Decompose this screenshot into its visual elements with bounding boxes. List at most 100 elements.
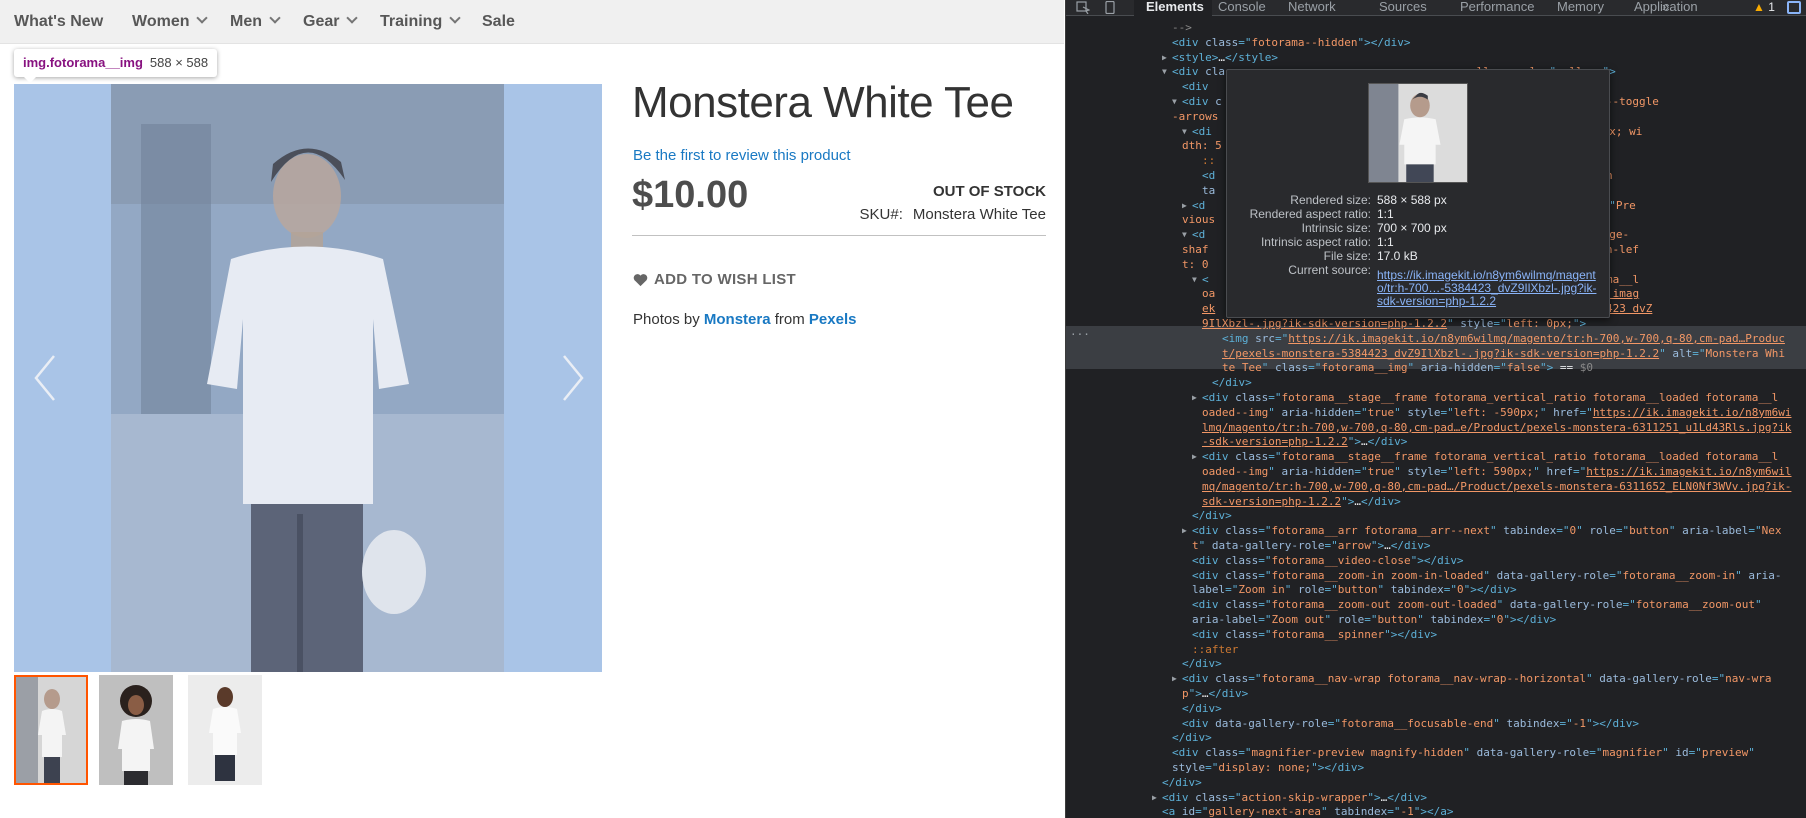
- dom-token[interactable]: t/pexels-monstera-5384423_dvZ9IlXbzl-.jp…: [1222, 347, 1659, 360]
- dom-node-line[interactable]: ▶ <div class="action-skip-wrapper">…</div…: [1152, 791, 1427, 806]
- more-tabs-button[interactable]: »: [1662, 0, 1669, 14]
- dom-token[interactable]: lmq/magento/tr:h-700,w-700,q-80,cm-pad…e…: [1202, 421, 1791, 434]
- nav-item[interactable]: Women: [132, 12, 209, 31]
- dom-node-line[interactable]: mq/magento/tr:h-700,w-700,q-80,cm-pad…/P…: [1202, 480, 1791, 495]
- dom-token: <div: [1202, 391, 1236, 404]
- inspect-cursor-icon[interactable]: [1076, 1, 1090, 14]
- dom-node-line[interactable]: <div class="fotorama__zoom-in zoom-in-lo…: [1192, 569, 1781, 584]
- dom-node-line[interactable]: dth: 5: [1182, 139, 1222, 154]
- dom-node-line[interactable]: <div class="fotorama--hidden"></div>: [1172, 36, 1410, 51]
- dom-node-line[interactable]: <div class="fotorama__spinner"></div>: [1192, 628, 1437, 643]
- gallery-prev-arrow[interactable]: [22, 352, 74, 404]
- dom-node-line[interactable]: </div>: [1162, 776, 1202, 791]
- dom-token[interactable]: https://ik.imagekit.io/n8ym6wilmq/magent…: [1288, 332, 1785, 345]
- dom-node-line[interactable]: aria-label="Zoom out" role="button" tabi…: [1192, 613, 1556, 628]
- expand-toggle-icon[interactable]: ▼: [1182, 228, 1187, 243]
- dom-node-line[interactable]: oaded--img" aria-hidden="true" style="le…: [1202, 406, 1792, 421]
- gallery-next-arrow[interactable]: [544, 352, 596, 404]
- dom-token: ": [1493, 716, 1507, 730]
- nav-item[interactable]: Gear: [303, 12, 359, 31]
- image-info-key: File size:: [1323, 249, 1371, 263]
- warning-counter[interactable]: ▲ 1: [1753, 0, 1775, 14]
- dom-node-line[interactable]: 9IlXbzl-.jpg?ik-sdk-version=php-1.2.2" s…: [1202, 317, 1586, 332]
- devtools-tab[interactable]: Elements: [1146, 0, 1204, 14]
- expand-toggle-icon[interactable]: ▶: [1162, 51, 1167, 66]
- dom-node-line[interactable]: -->: [1172, 21, 1192, 36]
- dom-node-line[interactable]: -arrows: [1172, 110, 1218, 125]
- dom-node-line[interactable]: ▶ <div class="fotorama__arr fotorama__arr…: [1182, 524, 1782, 539]
- dom-node-line[interactable]: <div data-gallery-role="fotorama__focusa…: [1182, 717, 1639, 732]
- dom-node-line[interactable]: vious: [1182, 213, 1215, 228]
- nav-item[interactable]: What's New: [14, 13, 103, 31]
- expand-toggle-icon[interactable]: ▶: [1192, 450, 1197, 465]
- dom-node-line[interactable]: sdk-version=php-1.2.2">…</div>: [1202, 495, 1401, 510]
- gallery-thumbnail[interactable]: [188, 675, 262, 785]
- dom-token: style: [1407, 405, 1441, 419]
- dom-node-line[interactable]: <div class="fotorama__video-close"></div…: [1192, 554, 1464, 569]
- add-to-wishlist-button[interactable]: ADD TO WISH LIST: [633, 271, 796, 288]
- settings-icon[interactable]: [1787, 1, 1801, 14]
- dom-token[interactable]: https://ik.imagekit.io/n8ym6wil: [1586, 465, 1791, 478]
- expand-toggle-icon[interactable]: ▼: [1172, 95, 1177, 110]
- dom-node-line[interactable]: ▶ <div class="fotorama__stage__frame foto…: [1192, 391, 1778, 406]
- devtools-tab[interactable]: Memory: [1557, 0, 1604, 14]
- product-gallery-stage[interactable]: [14, 84, 602, 672]
- gallery-thumbnail[interactable]: [14, 675, 88, 785]
- devtools-tab[interactable]: Performance: [1460, 0, 1534, 14]
- dom-token[interactable]: mq/magento/tr:h-700,w-700,q-80,cm-pad…/P…: [1202, 480, 1791, 493]
- dom-node-line[interactable]: p">…</div>: [1182, 687, 1248, 702]
- expand-toggle-icon[interactable]: ▶: [1172, 672, 1177, 687]
- dom-token[interactable]: sdk-version=php-1.2.2: [1202, 495, 1341, 508]
- dom-node-line[interactable]: <a id="gallery-next-area" tabindex="-1">…: [1162, 805, 1453, 818]
- dom-node-line[interactable]: </div>: [1172, 731, 1212, 746]
- expand-toggle-icon[interactable]: ▼: [1192, 273, 1197, 288]
- dom-token: <div: [1182, 95, 1216, 108]
- device-toolbar-icon[interactable]: [1103, 1, 1117, 14]
- dom-node-line[interactable]: <div class="fotorama__zoom-out zoom-out-…: [1192, 598, 1762, 613]
- expand-toggle-icon[interactable]: ▶: [1182, 199, 1187, 214]
- dom-node-line[interactable]: </div>: [1192, 509, 1232, 524]
- expand-toggle-icon[interactable]: ▼: [1162, 65, 1167, 80]
- credits-middle: from: [774, 311, 805, 328]
- credits-source-link[interactable]: Pexels: [809, 311, 857, 328]
- dom-node-line[interactable]: oaded--img" aria-hidden="true" style="le…: [1202, 465, 1792, 480]
- dom-node-line[interactable]: ::: [1202, 154, 1215, 169]
- dom-node-line[interactable]: style="display: none;"></div>: [1172, 761, 1364, 776]
- image-info-value: 588 × 588 px: [1377, 193, 1447, 207]
- nav-item[interactable]: Men: [230, 12, 281, 31]
- gallery-thumbnail[interactable]: [99, 675, 173, 785]
- dom-node-line[interactable]: ▶ <div class="fotorama__nav-wrap fotorama…: [1172, 672, 1771, 687]
- nav-item[interactable]: Training: [380, 12, 461, 31]
- dom-node-line[interactable]: ::after: [1192, 643, 1238, 658]
- dom-node-line[interactable]: </div>: [1182, 702, 1222, 717]
- dom-node-line[interactable]: te Tee" class="fotorama__img" aria-hidde…: [1222, 361, 1593, 376]
- nav-item[interactable]: Sale: [482, 13, 515, 31]
- dom-node-line[interactable]: t: 0: [1182, 258, 1209, 273]
- devtools-tab[interactable]: Network: [1288, 0, 1336, 14]
- dom-node-line[interactable]: <img src="https://ik.imagekit.io/n8ym6wi…: [1222, 332, 1785, 347]
- dom-node-line[interactable]: ▶ <div class="fotorama__stage__frame foto…: [1192, 450, 1778, 465]
- credits-author-link[interactable]: Monstera: [704, 311, 771, 328]
- dom-node-line[interactable]: t/pexels-monstera-5384423_dvZ9IlXbzl-.jp…: [1222, 347, 1785, 362]
- dom-node-line[interactable]: </div>: [1212, 376, 1252, 391]
- current-source-link[interactable]: https://ik.imagekit.io/n8ym6wilmq/magent…: [1377, 269, 1602, 308]
- dom-node-line[interactable]: -sdk-version=php-1.2.2">…</div>: [1202, 435, 1407, 450]
- dom-token[interactable]: 9IlXbzl-.jpg?ik-sdk-version=php-1.2.2: [1202, 317, 1447, 330]
- expand-toggle-icon[interactable]: ▼: [1182, 125, 1187, 140]
- dom-node-line[interactable]: ▶ <style>…</style>: [1162, 51, 1278, 66]
- dom-node-line[interactable]: </div>: [1182, 657, 1222, 672]
- dom-node-line[interactable]: lmq/magento/tr:h-700,w-700,q-80,cm-pad…e…: [1202, 421, 1791, 436]
- review-link[interactable]: Be the first to review this product: [633, 147, 851, 164]
- dom-node-line[interactable]: <div class="magnifier-preview magnify-hi…: [1172, 746, 1755, 761]
- dom-node-line[interactable]: label="Zoom in" role="button" tabindex="…: [1192, 583, 1517, 598]
- node-more-icon[interactable]: ···: [1070, 328, 1090, 343]
- dom-node-line[interactable]: t" data-gallery-role="arrow">…</div>: [1192, 539, 1430, 554]
- expand-toggle-icon[interactable]: ▶: [1192, 391, 1197, 406]
- devtools-tab[interactable]: Sources: [1379, 0, 1427, 14]
- expand-toggle-icon[interactable]: ▶: [1182, 524, 1187, 539]
- expand-toggle-icon[interactable]: ▶: [1152, 791, 1157, 806]
- dom-token[interactable]: ek: [1202, 302, 1215, 315]
- dom-token[interactable]: https://ik.imagekit.io/n8ym6wi: [1593, 406, 1792, 419]
- devtools-tab[interactable]: Console: [1218, 0, 1266, 14]
- dom-token[interactable]: -sdk-version=php-1.2.2: [1202, 435, 1348, 448]
